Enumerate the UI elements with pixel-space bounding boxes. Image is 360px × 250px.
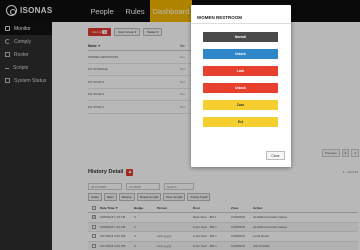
door-mode-button-unlock[interactable]: Unlock	[203, 83, 278, 93]
modal-divider	[191, 23, 291, 24]
door-control-modal: WOMEN RESTROOM Normal Unlock Lock Unlock Cas…	[191, 5, 291, 167]
modal-overlay[interactable]	[0, 0, 360, 250]
modal-title: WOMEN RESTROOM	[197, 15, 242, 20]
door-mode-button-normal[interactable]: Normal	[203, 32, 278, 42]
close-button[interactable]: Close	[266, 151, 285, 160]
door-mode-button-ext[interactable]: Ext	[203, 117, 278, 127]
door-mode-button-lock[interactable]: Lock	[203, 66, 278, 76]
door-mode-button-case[interactable]: Case	[203, 100, 278, 110]
door-mode-button-unlock[interactable]: Unlock	[203, 49, 278, 59]
